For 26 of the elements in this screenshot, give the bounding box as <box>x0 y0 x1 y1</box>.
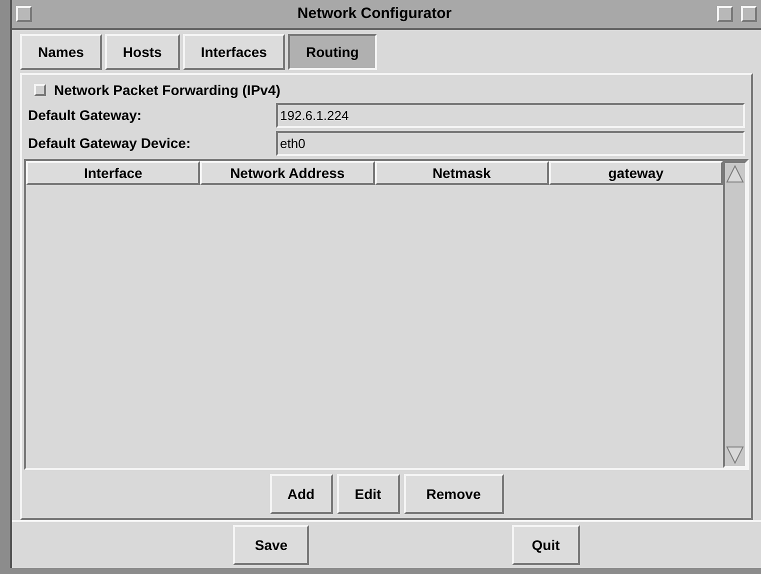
column-header[interactable]: Interface <box>26 161 200 185</box>
scroll-down-icon[interactable] <box>725 444 745 466</box>
tab[interactable]: Routing <box>288 34 377 70</box>
text-field[interactable]: eth0 <box>276 130 745 156</box>
column-header[interactable]: Network Address <box>200 161 374 185</box>
tab[interactable]: Hosts <box>104 34 180 70</box>
column-header[interactable]: Netmask <box>374 161 549 185</box>
push-button[interactable]: Save <box>233 525 310 565</box>
push-button[interactable]: Edit <box>336 474 400 514</box>
text-field[interactable]: 192.6.1.224 <box>276 102 745 128</box>
field-label: Default Gateway: <box>28 106 143 125</box>
checkbox-label: Network Packet Forwarding (IPv4) <box>54 80 280 100</box>
scroll-up-icon[interactable] <box>725 163 745 185</box>
tab[interactable]: Interfaces <box>182 34 285 70</box>
tab[interactable]: Names <box>20 34 102 70</box>
forwarding-checkbox[interactable] <box>34 84 46 96</box>
minimize-icon[interactable] <box>717 6 733 22</box>
push-button[interactable]: Quit <box>512 525 580 565</box>
field-label: Default Gateway Device: <box>28 134 192 153</box>
scrollbar[interactable] <box>723 161 747 468</box>
maximize-icon[interactable] <box>741 6 757 22</box>
push-button[interactable]: Add <box>270 474 332 514</box>
push-button[interactable]: Remove <box>404 474 504 514</box>
window-title: Network Configurator <box>296 4 453 24</box>
window-menu-icon[interactable] <box>16 6 32 22</box>
column-header[interactable]: gateway <box>548 161 723 185</box>
